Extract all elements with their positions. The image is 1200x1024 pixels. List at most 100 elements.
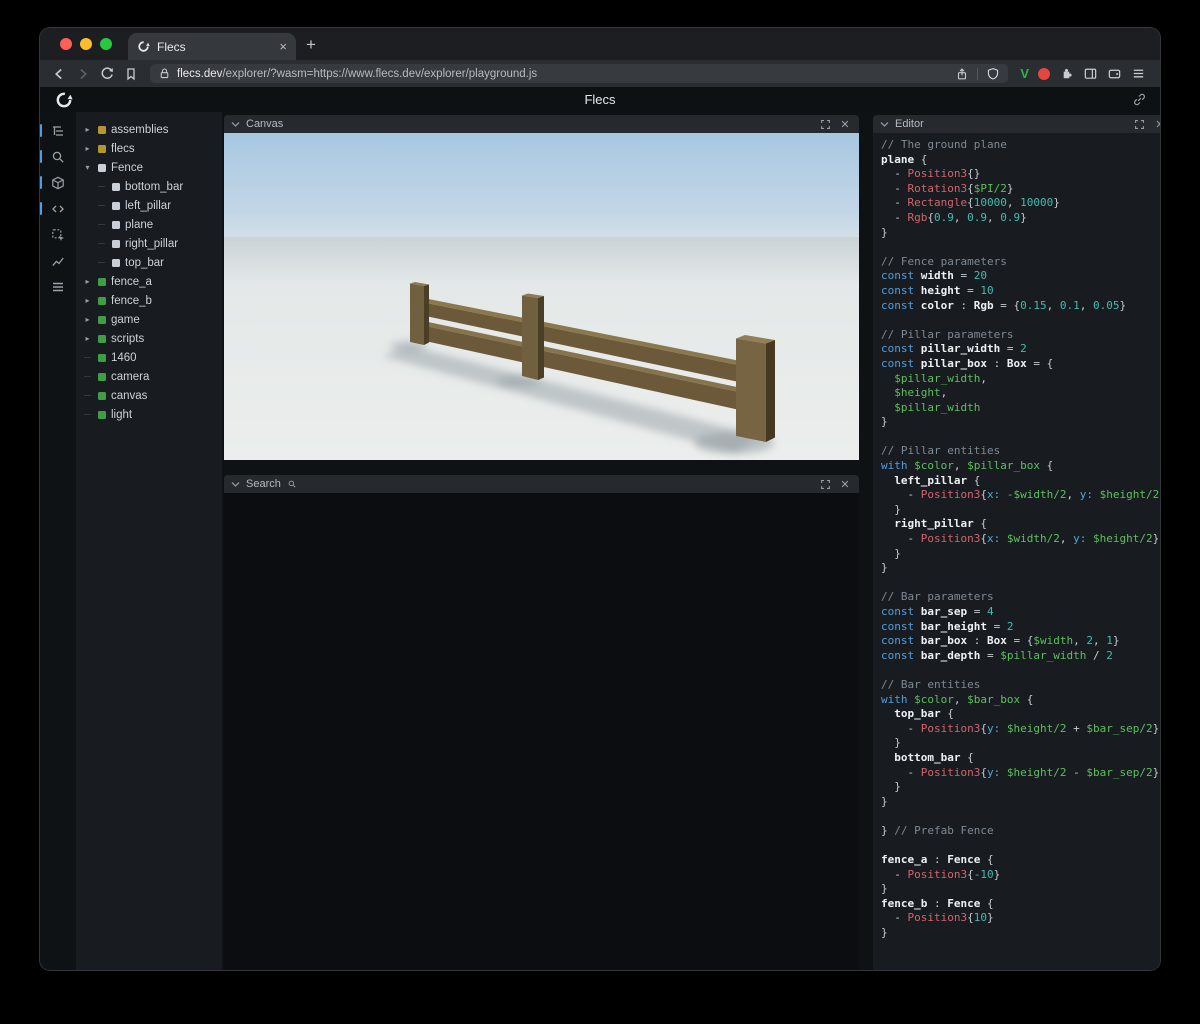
extension-v-icon[interactable]: V <box>1020 66 1029 81</box>
tree-item-label: left_pillar <box>125 199 172 212</box>
sidebar-icon-tree[interactable] <box>40 118 76 144</box>
sidebar-icon-inspect[interactable] <box>40 222 76 248</box>
tab-close-icon[interactable]: × <box>279 40 287 53</box>
new-tab-button[interactable]: + <box>296 35 326 60</box>
tree-closed-chevron-icon[interactable]: ▸ <box>82 334 93 343</box>
tree-closed-chevron-icon[interactable]: ▸ <box>82 144 93 153</box>
menu-icon[interactable] <box>1131 66 1146 81</box>
entity-kind-icon <box>98 315 106 324</box>
3d-viewport[interactable] <box>224 133 859 460</box>
tree-item-Fence[interactable]: ▾ Fence <box>76 158 222 177</box>
sidebar-icon-entities[interactable] <box>40 170 76 196</box>
share-icon[interactable] <box>955 67 969 81</box>
zoom-window-button[interactable] <box>100 38 112 50</box>
code-line: - Position3{x: -$width/2, y: $height/2} <box>881 488 1160 502</box>
sidebar-icon-search[interactable] <box>40 144 76 170</box>
code-line: const bar_sep = 4 <box>881 605 994 618</box>
tree-item-flecs[interactable]: ▸ flecs <box>76 139 222 158</box>
tree-item-canvas[interactable]: — canvas <box>76 386 222 405</box>
tree-open-chevron-icon[interactable]: ▾ <box>82 163 93 172</box>
editor-code[interactable]: // The ground plane plane { - Position3{}… <box>873 133 1160 970</box>
address-bar[interactable]: flecs.dev/explorer/?wasm=https://www.fle… <box>150 64 1009 83</box>
tree-item-light[interactable]: — light <box>76 405 222 424</box>
forward-button[interactable] <box>72 63 94 85</box>
sidebar-icon-code[interactable] <box>40 196 76 222</box>
tree-item-top_bar[interactable]: — top_bar <box>76 253 222 272</box>
canvas-panel-header[interactable]: Canvas ✕ <box>224 115 859 133</box>
search-results-area <box>224 493 859 970</box>
code-line: } <box>881 780 901 794</box>
extensions-puzzle-icon[interactable] <box>1059 66 1074 81</box>
canvas-panel-title: Canvas <box>246 118 284 130</box>
expand-panel-icon[interactable] <box>818 477 832 491</box>
reload-button[interactable] <box>96 63 118 85</box>
editor-panel-header[interactable]: Editor ✕ <box>873 115 1160 133</box>
tree-item-camera[interactable]: — camera <box>76 367 222 386</box>
tree-item-label: top_bar <box>125 256 165 269</box>
tree-item-game[interactable]: ▸ game <box>76 310 222 329</box>
code-line: } <box>881 736 901 750</box>
code-line: - Rgb{0.9, 0.9, 0.9} <box>881 210 1027 224</box>
tree-item-right_pillar[interactable]: — right_pillar <box>76 234 222 253</box>
code-line: - Rectangle{10000, 10000} <box>881 196 1060 210</box>
expand-panel-icon[interactable] <box>1133 117 1147 131</box>
tree-item-fence_a[interactable]: ▸ fence_a <box>76 272 222 291</box>
entity-kind-icon <box>112 239 120 248</box>
tree-item-fence_b[interactable]: ▸ fence_b <box>76 291 222 310</box>
tree-item-plane[interactable]: — plane <box>76 215 222 234</box>
browser-tab[interactable]: Flecs × <box>128 33 296 60</box>
tree-item-1460[interactable]: — 1460 <box>76 348 222 367</box>
code-line: // Pillar entities <box>881 444 1001 458</box>
tree-guide-dash: — <box>84 411 91 418</box>
wallet-icon[interactable] <box>1107 66 1122 81</box>
extension-red-dot-icon[interactable] <box>1038 67 1050 80</box>
bookmark-icon[interactable] <box>120 63 142 85</box>
tree-item-label: fence_a <box>111 275 152 288</box>
chart-icon <box>52 257 64 267</box>
divider <box>977 67 979 80</box>
close-panel-icon[interactable]: ✕ <box>1153 117 1160 131</box>
close-panel-icon[interactable]: ✕ <box>838 477 852 491</box>
close-window-button[interactable] <box>60 38 72 50</box>
tree-closed-chevron-icon[interactable]: ▸ <box>82 315 93 324</box>
tree-guide-dash: — <box>98 183 105 190</box>
tree-closed-chevron-icon[interactable]: ▸ <box>82 277 93 286</box>
tree-item-label: assemblies <box>111 123 169 136</box>
search-panel-header[interactable]: Search ✕ <box>224 475 859 493</box>
expand-panel-icon[interactable] <box>818 117 832 131</box>
close-panel-icon[interactable]: ✕ <box>838 117 852 131</box>
tree-guide-dash: — <box>84 373 91 380</box>
fence-middle-pillar <box>522 293 544 380</box>
tree-closed-chevron-icon[interactable]: ▸ <box>82 125 93 134</box>
tree-closed-chevron-icon[interactable]: ▸ <box>82 296 93 305</box>
search-panel: Search ✕ <box>224 475 859 970</box>
tree-item-left_pillar[interactable]: — left_pillar <box>76 196 222 215</box>
tree-item-scripts[interactable]: ▸ scripts <box>76 329 222 348</box>
tree-item-bottom_bar[interactable]: — bottom_bar <box>76 177 222 196</box>
sidebar-icon-stats[interactable] <box>40 248 76 274</box>
tree-item-label: fence_b <box>111 294 152 307</box>
code-line: $pillar_width, <box>894 371 987 385</box>
sidebar-panel-icon[interactable] <box>1083 66 1098 81</box>
brave-shield-icon[interactable] <box>986 67 1000 81</box>
browser-window: Flecs × + flecs.dev/explorer/?wasm=https… <box>40 28 1160 970</box>
tree-item-label: flecs <box>111 142 135 155</box>
tree-item-label: bottom_bar <box>125 180 184 193</box>
tree-item-assemblies[interactable]: ▸ assemblies <box>76 120 222 139</box>
back-button[interactable] <box>48 63 70 85</box>
search-icon <box>52 151 64 163</box>
collapse-chevron-icon[interactable] <box>880 121 889 128</box>
entity-kind-icon <box>98 125 106 134</box>
code-line: // Pillar parameters <box>881 327 1014 341</box>
sidebar-icon-queries[interactable] <box>40 274 76 300</box>
code-line: const color : Rgb = {0.15, 0.1, 0.05} <box>881 298 1127 312</box>
minimize-window-button[interactable] <box>80 38 92 50</box>
left-icon-strip <box>40 112 76 970</box>
url-text: flecs.dev/explorer/?wasm=https://www.fle… <box>177 68 537 80</box>
collapse-chevron-icon[interactable] <box>231 481 240 488</box>
collapse-chevron-icon[interactable] <box>231 121 240 128</box>
code-line: left_pillar { <box>894 473 981 487</box>
